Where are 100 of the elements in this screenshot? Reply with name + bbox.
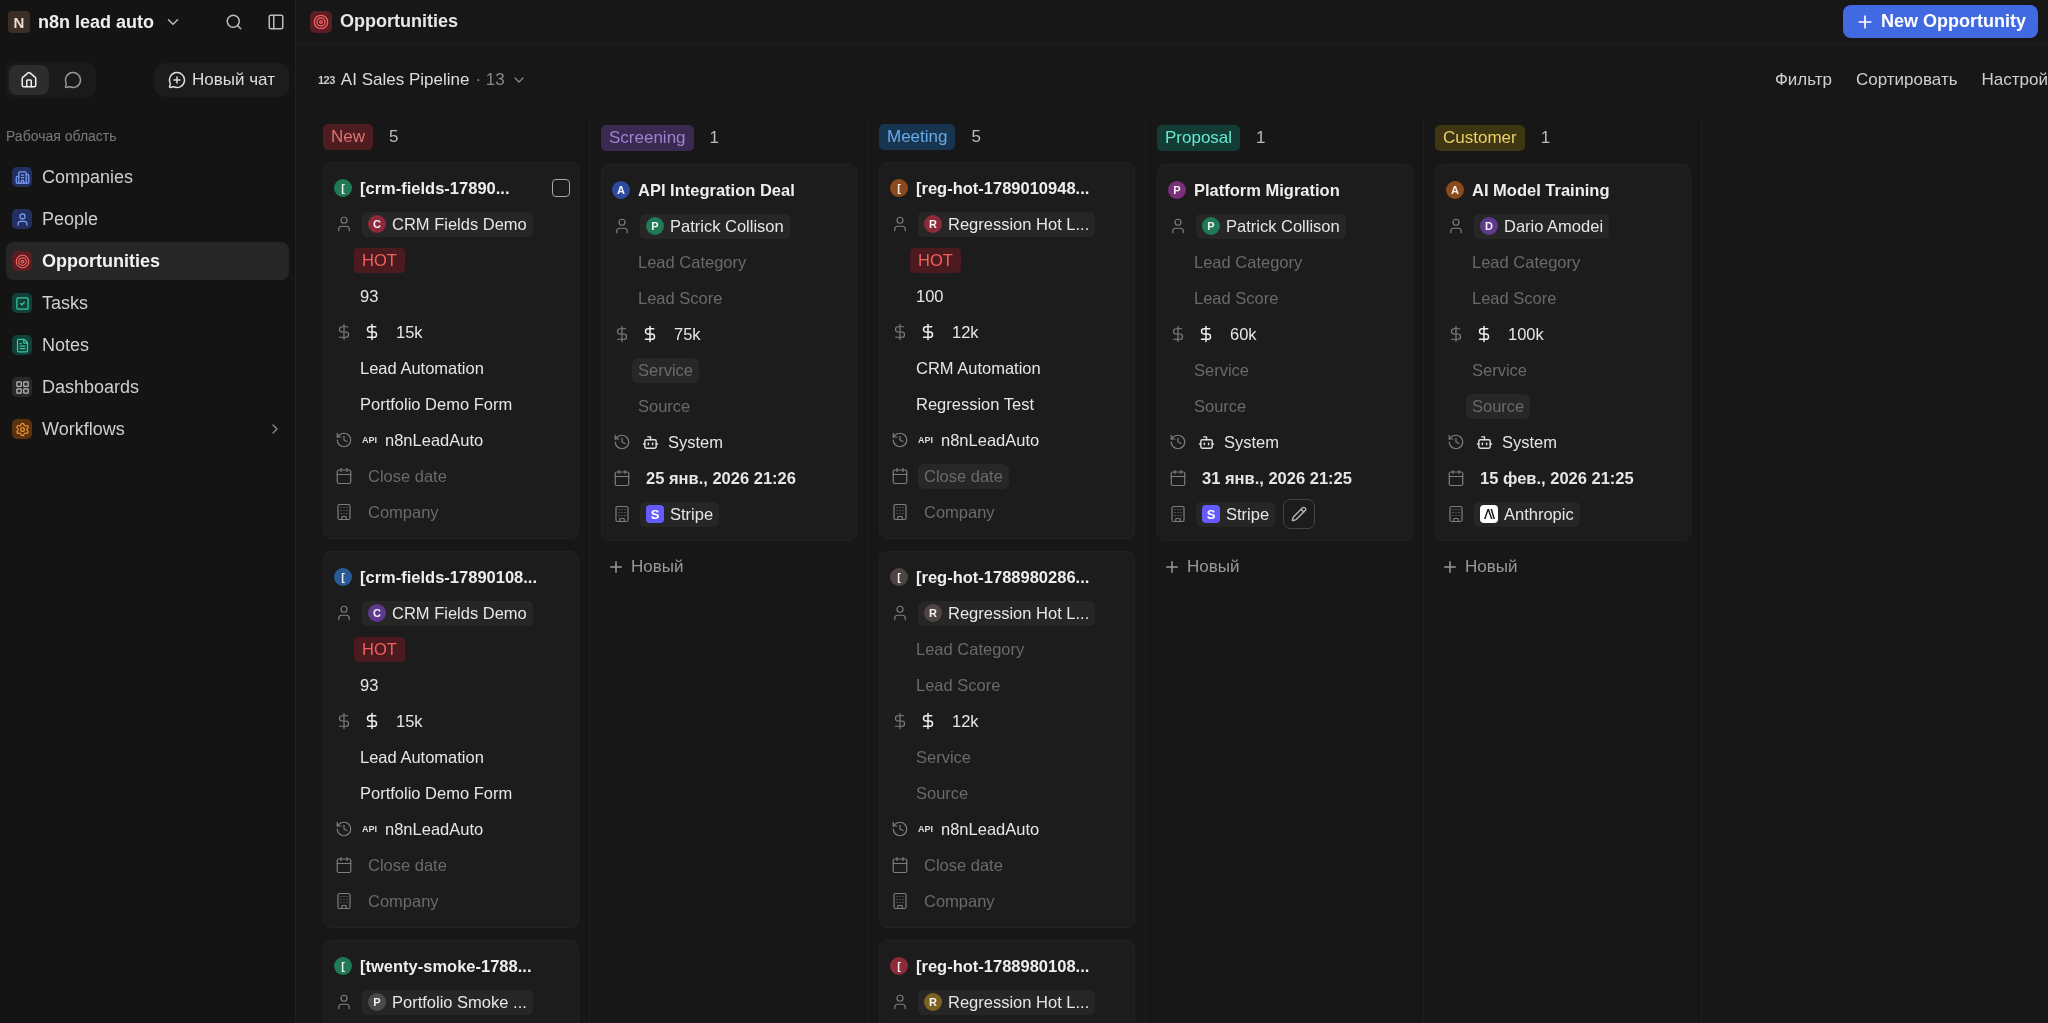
sidebar-item[interactable]: Dashboards — [6, 368, 289, 406]
field-value[interactable]: Lead Automation — [354, 355, 490, 381]
sidebar-item[interactable]: Opportunities — [6, 242, 289, 280]
field-value[interactable]: Regression Test — [910, 391, 1040, 417]
company-chip[interactable]: S Stripe — [1196, 501, 1276, 527]
add-record-button[interactable]: Новый — [1157, 553, 1246, 581]
edit-button[interactable] — [1283, 499, 1316, 529]
checkbox[interactable] — [552, 179, 570, 197]
amount-value[interactable]: 15k — [390, 708, 429, 734]
card-title[interactable]: [crm-fields-17890108... — [360, 567, 537, 587]
field-value[interactable]: Portfolio Demo Form — [354, 780, 519, 806]
view-action[interactable]: Настрой — [1981, 70, 2048, 90]
card-title[interactable]: [reg-hot-1788980108... — [916, 956, 1090, 976]
calendar-icon — [334, 467, 354, 485]
home-tab[interactable] — [9, 65, 49, 95]
amount-value[interactable]: 100k — [1502, 321, 1550, 347]
opportunity-card[interactable]: A API Integration Deal P Patrick Collison Lead Category Lead Score 75k Service Source System 25 янв., 2026 21:26 S Stripe — [601, 164, 857, 541]
opportunity-card[interactable]: [ [reg-hot-1788980108... R Regression Hot L... — [879, 940, 1135, 1023]
card-title[interactable]: [reg-hot-1789010948... — [916, 178, 1090, 198]
history-icon — [334, 820, 354, 838]
field-value[interactable]: Portfolio Demo Form — [354, 391, 519, 417]
field-value[interactable]: Lead Automation — [354, 744, 490, 770]
person-avatar: R — [924, 604, 942, 622]
workflows-icon — [12, 419, 32, 439]
lead-category-tag: HOT — [354, 636, 405, 662]
sidebar-item[interactable]: Workflows — [6, 410, 289, 448]
chat-icon — [64, 71, 82, 89]
sidebar-item-label: Notes — [42, 334, 90, 356]
sidebar-item[interactable]: Companies — [6, 158, 289, 196]
field-value[interactable]: CRM Automation — [910, 355, 1047, 381]
person-chip[interactable]: C CRM Fields Demo — [362, 600, 533, 626]
company-chip[interactable]: S Stripe — [640, 501, 720, 527]
add-record-button[interactable]: Новый — [1435, 553, 1524, 581]
stage-tag: Customer — [1435, 125, 1525, 151]
person-chip[interactable]: P Portfolio Smoke ... — [362, 989, 533, 1015]
sidebar-item-label: People — [42, 208, 99, 230]
creator-name: n8nLeadAuto — [941, 818, 1041, 840]
person-avatar: R — [924, 215, 942, 233]
date-value[interactable]: 25 янв., 2026 21:26 — [640, 465, 802, 491]
opportunity-card[interactable]: A AI Model Training D Dario Amodei Lead Category Lead Score 100k Service Source System 15 фев., 2026 21:25 Anthropic — [1435, 164, 1691, 541]
person-chip[interactable]: R Regression Hot L... — [918, 989, 1096, 1015]
field-value[interactable]: 100 — [910, 283, 950, 309]
card-title[interactable]: Platform Migration — [1194, 180, 1340, 200]
person-chip[interactable]: P Patrick Collison — [640, 213, 790, 239]
new-opportunity-button[interactable]: New Opportunity — [1843, 5, 2038, 38]
opportunity-card[interactable]: [ [reg-hot-1788980286... R Regression Hot L... Lead Category Lead Score 12k Service Source API n8nLeadAuto Close date Company — [879, 551, 1135, 928]
amount-value[interactable]: 60k — [1224, 321, 1263, 347]
opportunity-card[interactable]: [ [twenty-smoke-1788... P Portfolio Smoke ... — [323, 940, 579, 1023]
person-chip[interactable]: D Dario Amodei — [1474, 213, 1610, 239]
stage-tag: Screening — [601, 125, 694, 151]
person-avatar: P — [368, 993, 386, 1011]
opportunity-card[interactable]: [ [crm-fields-17890... C CRM Fields Demo HOT 93 15k Lead Automation Portfolio Demo Form API n8nLeadAuto Close date Company — [323, 162, 579, 539]
company-chip[interactable]: Anthropic — [1474, 501, 1580, 527]
calendar-icon — [890, 856, 910, 874]
card-title[interactable]: [twenty-smoke-1788... — [360, 956, 532, 976]
field-value[interactable]: 93 — [354, 672, 385, 698]
view-name[interactable]: AI Sales Pipeline — [340, 70, 470, 90]
card-title[interactable]: API Integration Deal — [638, 180, 795, 200]
company-logo-icon — [1480, 505, 1498, 523]
api-label: API — [918, 824, 933, 834]
person-chip[interactable]: R Regression Hot L... — [918, 600, 1096, 626]
opportunity-card[interactable]: [ [reg-hot-1789010948... R Regression Hot L... HOT 100 12k CRM Automation Regression Test API n8nLeadAuto Close date Company — [879, 162, 1135, 539]
page-title: Opportunities — [340, 11, 458, 32]
date-value[interactable]: 31 янв., 2026 21:25 — [1196, 465, 1358, 491]
view-action[interactable]: Сортировать — [1856, 70, 1958, 90]
people-icon — [12, 209, 32, 229]
person-chip[interactable]: R Regression Hot L... — [918, 211, 1096, 237]
amount-value[interactable]: 12k — [946, 708, 985, 734]
history-icon — [1168, 433, 1188, 451]
amount-value[interactable]: 12k — [946, 319, 985, 345]
workspace-name[interactable]: n8n lead auto — [38, 11, 154, 33]
notes-icon — [12, 335, 32, 355]
amount-value[interactable]: 15k — [390, 319, 429, 345]
sidebar-item[interactable]: Tasks — [6, 284, 289, 322]
card-title[interactable]: AI Model Training — [1472, 180, 1610, 200]
chat-plus-icon — [168, 71, 187, 89]
card-title[interactable]: [crm-fields-17890... — [360, 178, 510, 198]
stage-count: 5 — [389, 127, 399, 147]
person-chip[interactable]: P Patrick Collison — [1196, 213, 1346, 239]
view-action[interactable]: Фильтр — [1774, 70, 1832, 90]
dashboards-icon — [12, 377, 32, 397]
building-icon — [334, 892, 354, 910]
sidebar-item[interactable]: People — [6, 200, 289, 238]
add-record-button[interactable]: Новый — [601, 553, 690, 581]
field-value[interactable]: 93 — [354, 283, 385, 309]
amount-value[interactable]: 75k — [668, 321, 707, 347]
record-avatar: [ — [890, 568, 908, 586]
opportunity-card[interactable]: [ [crm-fields-17890108... C CRM Fields Demo HOT 93 15k Lead Automation Portfolio Demo Form API n8nLeadAuto Close date Company — [323, 551, 579, 928]
api-label: API — [362, 435, 377, 445]
api-label: API — [362, 824, 377, 834]
history-icon — [890, 431, 910, 449]
sidebar-item[interactable]: Notes — [6, 326, 289, 364]
card-title[interactable]: [reg-hot-1788980286... — [916, 567, 1090, 587]
new-chat-button[interactable]: Новый чат — [154, 63, 289, 97]
opportunity-card[interactable]: P Platform Migration P Patrick Collison Lead Category Lead Score 60k Service Source System 31 янв., 2026 21:25 S Stripe — [1157, 164, 1413, 541]
person-chip[interactable]: C CRM Fields Demo — [362, 211, 533, 237]
building-icon — [334, 503, 354, 521]
building-icon — [890, 892, 910, 910]
record-avatar: [ — [890, 179, 908, 197]
date-value[interactable]: 15 фев., 2026 21:25 — [1474, 465, 1640, 491]
